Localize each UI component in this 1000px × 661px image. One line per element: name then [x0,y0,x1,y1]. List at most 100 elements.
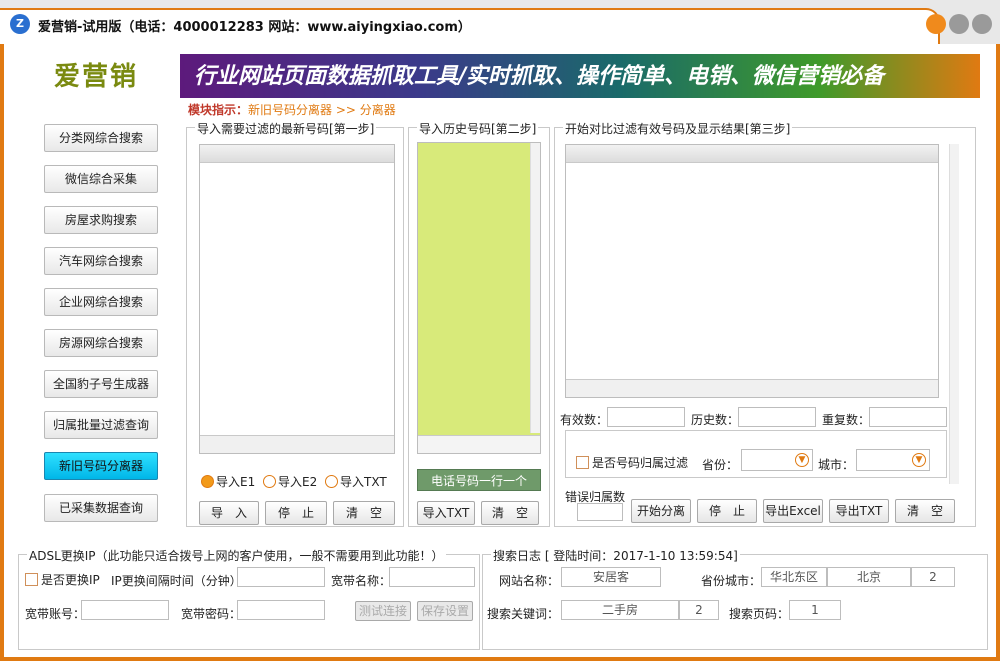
nav-number-separator[interactable]: 新旧号码分离器 [44,452,158,480]
checkbox-box [576,456,589,469]
step1-clear-button[interactable]: 清 空 [333,501,395,525]
app-logo-icon: Z [10,14,30,34]
history-count-label: 历史数： [691,413,740,427]
broadband-account-input[interactable] [81,600,169,620]
step1-stop-button[interactable]: 停 止 [265,501,327,525]
ip-interval-label: IP更换间隔时间（分钟） [111,574,242,588]
step3-stop-button[interactable]: 停 止 [697,499,757,523]
export-txt-button[interactable]: 导出TXT [829,499,889,523]
step3-list-header [566,145,938,163]
step1-list-hscroll[interactable] [200,435,394,453]
error-attribution-field [577,503,623,521]
keyword-count: 2 [679,600,719,620]
banner: 行业网站页面数据抓取工具/实时抓取、操作简单、电销、微信营销必备 [180,54,980,98]
broadband-account-label: 宽带账号： [25,607,86,621]
nav-number-generator[interactable]: 全国豹子号生成器 [44,370,158,398]
brand-logo: 爱营销 [53,62,138,92]
valid-count-label: 有效数： [560,413,609,427]
step2-hscroll[interactable] [418,435,540,453]
radio-dot [201,475,214,488]
broadband-name-label: 宽带名称： [331,574,392,588]
step1-list-header [200,145,394,163]
minimize-button[interactable] [926,14,946,34]
step3-list-hscroll[interactable] [566,379,938,397]
close-button[interactable] [972,14,992,34]
nav-category-search[interactable]: 分类网综合搜索 [44,124,158,152]
log-legend: 搜索日志 [ 登陆时间：2017-1-10 13:59:54] [491,547,740,564]
valid-count-field [607,407,685,427]
region-label: 省份城市： [701,574,762,588]
radio-dot [325,475,338,488]
save-settings-button[interactable]: 保存设置 [417,601,473,621]
step2-clear-button[interactable]: 清 空 [481,501,539,525]
nav-car-search[interactable]: 汽车网综合搜索 [44,247,158,275]
export-excel-button[interactable]: 导出Excel [763,499,823,523]
radio-label: 导入E2 [278,475,318,489]
window-controls [926,14,992,34]
nav-house-source[interactable]: 房源网综合搜索 [44,329,158,357]
step2-group: 导入历史号码[第二步] 电话号码一行一个 导入TXT 清 空 [408,120,550,527]
test-connection-button[interactable]: 测试连接 [355,601,411,621]
step1-legend: 导入需要过滤的最新号码[第一步] [195,120,377,137]
region-value: 华北东区 [761,567,827,587]
nav-company-search[interactable]: 企业网综合搜索 [44,288,158,316]
adsl-group: ADSL更换IP（此功能只适合拨号上网的客户使用，一般不需要用到此功能！） 是否… [18,547,480,650]
broadband-name-input[interactable] [389,567,475,587]
keyword-label: 搜索关键词： [487,607,560,621]
chevron-down-icon: ▼ [912,453,926,467]
checkbox-label: 是否更换IP [41,573,100,587]
ip-interval-input[interactable] [237,567,325,587]
filter-box: 是否号码归属过滤 省份： ▼ 城市： ▼ [565,430,947,478]
adsl-legend: ADSL更换IP（此功能只适合拨号上网的客户使用，一般不需要用到此功能！） [27,547,446,564]
step3-result-list[interactable] [565,144,939,398]
step1-group: 导入需要过滤的最新号码[第一步] 导入E1 导入E2 导入TXT 导 入 停 止… [186,120,404,527]
change-ip-checkbox[interactable]: 是否更换IP [25,571,100,588]
step3-clear-button[interactable]: 清 空 [895,499,955,523]
maximize-button[interactable] [949,14,969,34]
window-title: 爱营销-试用版（电话：4000012283 网站：www.aiyingxiao.… [38,20,471,35]
radio-import-txt[interactable]: 导入TXT [325,473,387,490]
step2-note: 电话号码一行一个 [417,469,541,491]
page-label: 搜索页码： [729,607,790,621]
start-separate-button[interactable]: 开始分离 [631,499,691,523]
radio-label: 导入E1 [216,475,256,489]
broadband-password-label: 宽带密码： [181,607,242,621]
chevron-down-icon: ▼ [795,453,809,467]
step2-legend: 导入历史号码[第二步] [417,120,539,137]
keyword-value: 二手房 [561,600,679,620]
site-name-label: 网站名称： [499,574,560,588]
nav-collected-data[interactable]: 已采集数据查询 [44,494,158,522]
title-bar: Z 爱营销-试用版（电话：4000012283 网站：www.aiyingxia… [0,0,1000,44]
city-count: 2 [911,567,955,587]
city-value: 北京 [827,567,911,587]
radio-label: 导入TXT [340,475,387,489]
step2-import-button[interactable]: 导入TXT [417,501,475,525]
city-select[interactable]: ▼ [856,449,930,471]
broadband-password-input[interactable] [237,600,325,620]
app-window: Z 爱营销-试用版（电话：4000012283 网站：www.aiyingxia… [0,0,1000,661]
step1-list[interactable] [199,144,395,454]
step1-import-button[interactable]: 导 入 [199,501,259,525]
page-value: 1 [789,600,841,620]
dup-count-label: 重复数： [822,413,871,427]
checkbox-label: 是否号码归属过滤 [592,456,689,470]
hint-label: 模块指示： [188,103,249,117]
step2-textarea[interactable] [417,142,541,454]
dup-count-field [869,407,947,427]
hint-path: 新旧号码分离器 >> 分离器 [248,103,396,117]
log-group: 搜索日志 [ 登陆时间：2017-1-10 13:59:54] 网站名称： 安居… [482,547,988,650]
step3-vscroll[interactable] [949,144,959,484]
nav-attribution-filter[interactable]: 归属批量过滤查询 [44,411,158,439]
step2-vscroll[interactable] [530,143,540,433]
attribution-filter-checkbox[interactable]: 是否号码归属过滤 [576,454,688,471]
province-label: 省份： [702,458,739,472]
nav-house-wanted[interactable]: 房屋求购搜索 [44,206,158,234]
province-select[interactable]: ▼ [741,449,813,471]
radio-import-e1[interactable]: 导入E1 [201,473,255,490]
history-count-field [738,407,816,427]
radio-import-e2[interactable]: 导入E2 [263,473,317,490]
step3-group: 开始对比过滤有效号码及显示结果[第三步] 有效数： 历史数： 重复数： 是否号码… [554,120,976,527]
main-frame: 爱营销 分类网综合搜索 微信综合采集 房屋求购搜索 汽车网综合搜索 企业网综合搜… [4,44,996,657]
checkbox-box [25,573,38,586]
nav-wechat-collect[interactable]: 微信综合采集 [44,165,158,193]
